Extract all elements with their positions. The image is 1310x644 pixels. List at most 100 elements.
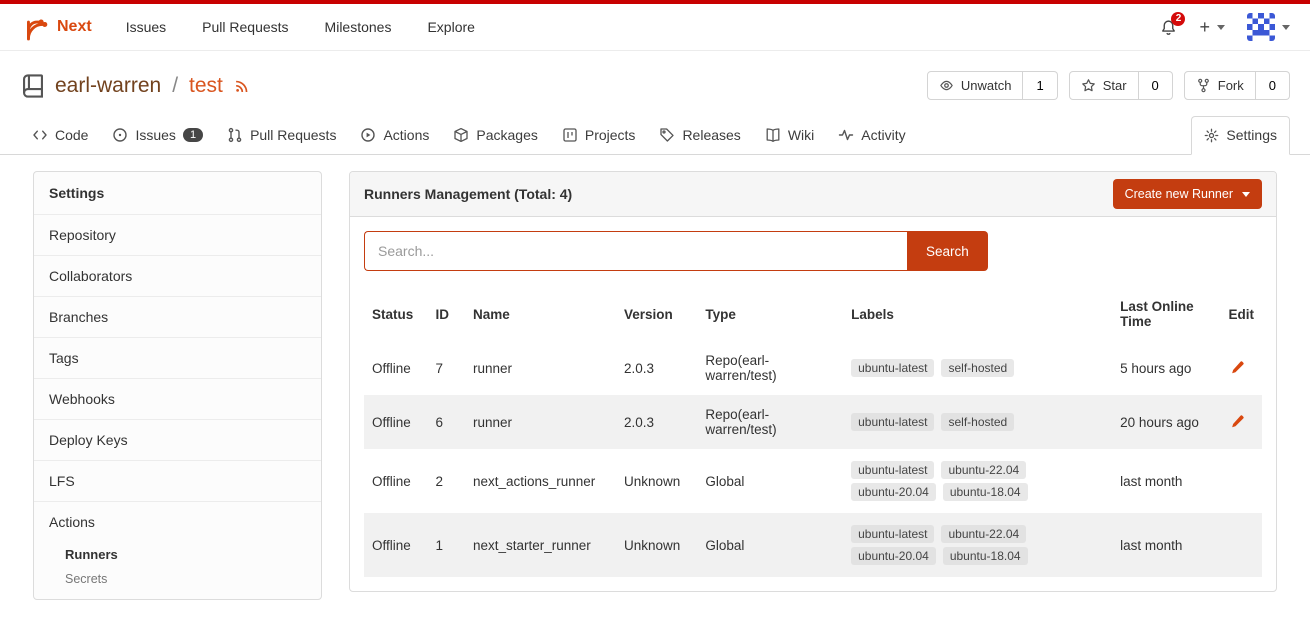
runner-label-chip: ubuntu-18.04 xyxy=(943,547,1028,565)
unwatch-button[interactable]: Unwatch xyxy=(927,71,1024,100)
cell-labels: ubuntu-latest self-hosted xyxy=(843,395,1112,449)
runner-label-chip: ubuntu-latest xyxy=(851,413,934,431)
settings-sidebar: Settings Repository Collaborators Branch… xyxy=(33,171,322,600)
sidebar-item-tags[interactable]: Tags xyxy=(34,337,321,378)
cell-version: Unknown xyxy=(616,513,697,577)
chevron-down-icon xyxy=(1282,25,1290,30)
sidebar-subitem-runners[interactable]: Runners xyxy=(34,542,321,567)
cell-id: 6 xyxy=(428,395,465,449)
col-header-edit: Edit xyxy=(1220,287,1262,341)
sidebar-item-branches[interactable]: Branches xyxy=(34,296,321,337)
edit-runner-button[interactable] xyxy=(1228,358,1247,377)
user-menu-button[interactable] xyxy=(1247,13,1290,41)
sidebar-item-lfs[interactable]: LFS xyxy=(34,460,321,501)
cell-last-online: last month xyxy=(1112,513,1220,577)
tab-projects[interactable]: Projects xyxy=(550,117,648,154)
runner-label-chip: ubuntu-latest xyxy=(851,525,934,543)
cell-version: Unknown xyxy=(616,449,697,513)
runner-row: Offline 6 runner 2.0.3 Repo(earl-warren/… xyxy=(364,395,1262,449)
tab-releases-label: Releases xyxy=(682,127,740,143)
table-header-row: Status ID Name Version Type Labels Last … xyxy=(364,287,1262,341)
nav-issues[interactable]: Issues xyxy=(126,19,166,35)
forgejo-logo-icon xyxy=(20,13,49,42)
sidebar-item-actions[interactable]: Actions xyxy=(34,501,321,542)
runner-label-chip: self-hosted xyxy=(941,359,1014,377)
stars-count[interactable]: 0 xyxy=(1139,71,1173,100)
runner-label-chip: ubuntu-20.04 xyxy=(851,483,936,501)
repo-name-link[interactable]: test xyxy=(189,74,223,98)
issue-icon xyxy=(112,127,128,143)
repo-icon xyxy=(20,73,46,99)
runner-label-chip: ubuntu-22.04 xyxy=(941,461,1026,479)
runner-row: Offline 2 next_actions_runner Unknown Gl… xyxy=(364,449,1262,513)
search-button[interactable]: Search xyxy=(907,231,988,271)
cell-id: 2 xyxy=(428,449,465,513)
tab-releases[interactable]: Releases xyxy=(647,117,752,154)
create-runner-button[interactable]: Create new Runner xyxy=(1113,179,1262,209)
rss-feed-icon[interactable] xyxy=(234,77,251,94)
repo-tab-bar: Code Issues 1 Pull Requests Actions Pack… xyxy=(0,116,1310,155)
runner-label-chip: self-hosted xyxy=(941,413,1014,431)
tab-projects-label: Projects xyxy=(585,127,636,143)
edit-runner-button[interactable] xyxy=(1228,412,1247,431)
tab-issues[interactable]: Issues 1 xyxy=(100,117,215,154)
tab-packages-label: Packages xyxy=(476,127,537,143)
col-header-last-online: Last Online Time xyxy=(1112,287,1220,341)
runners-panel-body: Search Status ID Name Version Type Label… xyxy=(350,217,1276,591)
repo-header: earl-warren / test Unwatch 1 xyxy=(0,51,1310,104)
cell-type: Repo(earl-warren/test) xyxy=(697,395,843,449)
sidebar-subitem-secrets[interactable]: Secrets xyxy=(34,567,321,599)
cell-version: 2.0.3 xyxy=(616,341,697,395)
notifications-button[interactable]: 2 xyxy=(1160,19,1177,36)
tab-settings[interactable]: Settings xyxy=(1191,116,1290,155)
tab-activity[interactable]: Activity xyxy=(826,117,917,154)
tab-packages[interactable]: Packages xyxy=(441,117,549,154)
pull-request-icon xyxy=(227,127,243,143)
fork-icon xyxy=(1196,78,1211,93)
runners-table: Status ID Name Version Type Labels Last … xyxy=(364,287,1262,577)
watchers-count[interactable]: 1 xyxy=(1023,71,1057,100)
book-icon xyxy=(765,127,781,143)
star-icon xyxy=(1081,78,1096,93)
sidebar-item-repository[interactable]: Repository xyxy=(34,214,321,255)
cell-labels: ubuntu-latest ubuntu-22.04 ubuntu-20.04 … xyxy=(843,449,1112,513)
brand-home-link[interactable]: Next xyxy=(20,13,92,42)
cell-id: 7 xyxy=(428,341,465,395)
star-button[interactable]: Star xyxy=(1069,71,1139,100)
cell-name: runner xyxy=(465,341,616,395)
create-runner-label: Create new Runner xyxy=(1125,187,1233,201)
runner-label-chip: ubuntu-latest xyxy=(851,461,934,479)
cell-id: 1 xyxy=(428,513,465,577)
cell-type: Repo(earl-warren/test) xyxy=(697,341,843,395)
chevron-down-icon xyxy=(1217,25,1225,30)
eye-icon xyxy=(939,78,954,93)
tab-actions[interactable]: Actions xyxy=(348,117,441,154)
repo-owner-link[interactable]: earl-warren xyxy=(55,74,161,98)
tab-code[interactable]: Code xyxy=(20,117,100,154)
cell-status: Offline xyxy=(364,341,428,395)
sidebar-item-collaborators[interactable]: Collaborators xyxy=(34,255,321,296)
cell-last-online: last month xyxy=(1112,449,1220,513)
cell-edit xyxy=(1220,449,1262,513)
fork-button[interactable]: Fork xyxy=(1184,71,1256,100)
forks-count[interactable]: 0 xyxy=(1256,71,1290,100)
avatar xyxy=(1247,13,1275,41)
nav-milestones[interactable]: Milestones xyxy=(325,19,392,35)
code-icon xyxy=(32,127,48,143)
runners-panel: Runners Management (Total: 4) Create new… xyxy=(349,171,1277,592)
search-input[interactable] xyxy=(364,231,907,271)
repo-title: earl-warren / test xyxy=(20,73,251,99)
sidebar-item-webhooks[interactable]: Webhooks xyxy=(34,378,321,419)
tab-wiki[interactable]: Wiki xyxy=(753,117,826,154)
sidebar-item-deploy-keys[interactable]: Deploy Keys xyxy=(34,419,321,460)
repo-actions: Unwatch 1 Star 0 xyxy=(927,71,1290,100)
tab-pull-requests[interactable]: Pull Requests xyxy=(215,117,348,154)
cell-type: Global xyxy=(697,513,843,577)
notification-badge: 2 xyxy=(1171,12,1185,26)
fork-label: Fork xyxy=(1218,78,1244,93)
tab-actions-label: Actions xyxy=(383,127,429,143)
nav-pull-requests[interactable]: Pull Requests xyxy=(202,19,288,35)
col-header-name: Name xyxy=(465,287,616,341)
nav-explore[interactable]: Explore xyxy=(427,19,474,35)
create-menu-button[interactable]: + xyxy=(1199,17,1225,38)
